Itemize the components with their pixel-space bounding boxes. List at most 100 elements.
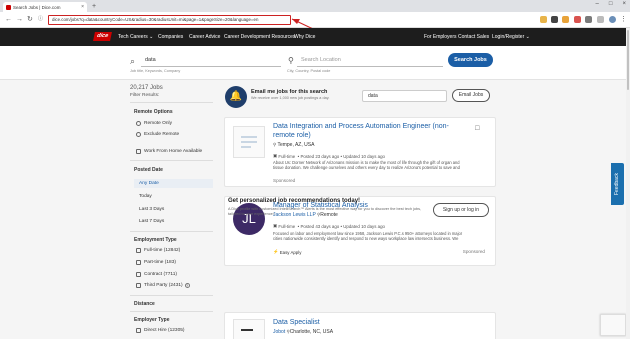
contract-checkbox[interactable]: Contract (7711) bbox=[136, 272, 177, 277]
third-party-checkbox[interactable]: Third Party (2431)? bbox=[136, 283, 190, 288]
checkbox-icon bbox=[136, 260, 141, 265]
posted-last-3-days[interactable]: Last 3 Days bbox=[139, 207, 164, 212]
briefcase-icon: ▣ bbox=[273, 153, 278, 158]
company-logo bbox=[233, 319, 265, 339]
sidebar-toggle-icon[interactable] bbox=[597, 16, 604, 23]
posted-today[interactable]: Today bbox=[139, 194, 152, 199]
keyword-caption: Job title, Keywords, Company bbox=[130, 69, 181, 73]
browser-tab-bar: Search Jobs | Dice.com × + – □ × bbox=[0, 0, 630, 12]
divider bbox=[130, 102, 213, 103]
sign-up-login-button[interactable]: Sign up or log in bbox=[433, 203, 489, 217]
dice-logo[interactable]: dice bbox=[93, 32, 112, 41]
minimize-button[interactable]: – bbox=[596, 1, 599, 7]
feedback-tab[interactable]: Feedback bbox=[611, 163, 624, 205]
results-area: 20,217 Jobs Filter Results: Remote Optio… bbox=[0, 80, 630, 339]
help-icon[interactable]: ? bbox=[184, 283, 190, 288]
browser-menu-icon[interactable]: ⋮ bbox=[620, 15, 627, 24]
site-header: dice Tech Careers ⌄ Companies Career Adv… bbox=[0, 28, 630, 46]
nav-why-dice[interactable]: Why Dice bbox=[294, 33, 315, 41]
location-pin-icon: ⚲ bbox=[288, 56, 294, 65]
forward-icon[interactable]: → bbox=[16, 15, 23, 24]
divider bbox=[130, 231, 213, 232]
job-title-link[interactable]: Data Specialist bbox=[273, 319, 320, 328]
checkbox-icon bbox=[136, 283, 141, 288]
posted-any-date[interactable]: Any Date bbox=[139, 181, 159, 186]
job-company-location: Jobot ⚲ Charlotte, NC, USA bbox=[273, 329, 334, 335]
extension-icon[interactable] bbox=[540, 16, 547, 23]
job-card[interactable]: Data Specialist Jobot ⚲ Charlotte, NC, US… bbox=[224, 312, 496, 339]
remote-only-radio[interactable]: Remote Only bbox=[136, 121, 172, 126]
sponsored-label: Sponsored bbox=[462, 249, 485, 254]
radio-icon bbox=[136, 121, 141, 126]
location-caption: City, Country, Postal code bbox=[287, 69, 331, 73]
posted-date-heading: Posted Date bbox=[134, 167, 163, 173]
easy-apply-label: ⚡ Easy Apply bbox=[273, 249, 302, 255]
distance-heading: Distance bbox=[134, 301, 155, 307]
sponsored-label: Sponsored bbox=[273, 178, 296, 183]
company-link[interactable]: Jobot bbox=[273, 329, 285, 335]
nav-career-advice[interactable]: Career Advice bbox=[189, 33, 220, 41]
briefcase-icon: ▣ bbox=[273, 223, 278, 228]
direct-hire-checkbox[interactable]: Direct Hire (12305) bbox=[136, 328, 185, 333]
divider bbox=[130, 295, 213, 296]
job-meta: ▣ Full-time • Posted 23 days ago • Updat… bbox=[273, 153, 385, 159]
tab-close-icon[interactable]: × bbox=[81, 4, 84, 10]
email-alert-keyword-input[interactable]: data bbox=[362, 90, 447, 102]
job-description: About Us: Dorner Network of Arizonans mi… bbox=[273, 160, 460, 171]
maximize-button[interactable]: □ bbox=[609, 1, 613, 7]
job-meta: ▣ Full-time • Posted 43 days ago • Updat… bbox=[273, 223, 385, 229]
email-alert-subtitle: We receive over 1,000 new job postings a… bbox=[251, 96, 330, 100]
checkbox-icon bbox=[136, 272, 141, 277]
browser-tab[interactable]: Search Jobs | Dice.com × bbox=[3, 2, 87, 12]
search-jobs-button[interactable]: Search Jobs bbox=[448, 53, 493, 67]
close-window-button[interactable]: × bbox=[622, 1, 626, 7]
nav-for-employers[interactable]: For Employers bbox=[424, 33, 457, 41]
scrollbar-thumb[interactable] bbox=[627, 30, 629, 90]
keyword-search-input[interactable]: data bbox=[141, 53, 281, 67]
job-count: 20,217 Jobs bbox=[130, 85, 163, 91]
extension-icon[interactable] bbox=[574, 16, 581, 23]
job-card[interactable]: Data Integration and Process Automation … bbox=[224, 117, 496, 187]
divider bbox=[130, 160, 213, 161]
site-info-icon[interactable]: ⓘ bbox=[38, 15, 43, 24]
checkbox-icon bbox=[136, 149, 141, 154]
checkbox-icon bbox=[136, 248, 141, 253]
extensions-puzzle-icon[interactable] bbox=[585, 16, 592, 23]
address-bar-row: ← → ↻ ⓘ dice.com/jobs?q=data&countryCode… bbox=[0, 12, 630, 28]
save-job-icon[interactable]: ☐ bbox=[475, 125, 480, 132]
nav-companies[interactable]: Companies bbox=[158, 33, 183, 41]
work-from-home-checkbox[interactable]: Work From Home Available bbox=[136, 149, 202, 154]
new-tab-button[interactable]: + bbox=[92, 2, 96, 11]
back-icon[interactable]: ← bbox=[5, 15, 12, 24]
url-field[interactable]: dice.com/jobs?q=data&countryCode=US&radi… bbox=[48, 15, 291, 25]
recommendation-title: Get personalized job recommendations tod… bbox=[228, 198, 361, 204]
exclude-remote-radio[interactable]: Exclude Remote bbox=[136, 132, 179, 137]
window-controls: – □ × bbox=[596, 1, 626, 7]
full-time-checkbox[interactable]: Full-time (12842) bbox=[136, 248, 180, 253]
recommendation-description: A Dice profile with customized IntelliSe… bbox=[228, 207, 422, 216]
reload-icon[interactable]: ↻ bbox=[27, 15, 33, 24]
recaptcha-badge bbox=[600, 314, 626, 336]
job-description: Focused on labor and employment law sinc… bbox=[273, 231, 463, 242]
checkbox-icon bbox=[136, 328, 141, 333]
nav-career-development[interactable]: Career Development Resources bbox=[224, 33, 295, 41]
radio-icon bbox=[136, 132, 141, 137]
employer-type-heading: Employer Type bbox=[134, 317, 170, 323]
nav-contact-sales[interactable]: Contact Sales bbox=[458, 33, 489, 41]
company-logo bbox=[233, 126, 265, 158]
email-jobs-button[interactable]: Email Jobs bbox=[452, 89, 490, 102]
filter-sidebar: 20,217 Jobs Filter Results: Remote Optio… bbox=[130, 80, 213, 339]
job-title-link[interactable]: Data Integration and Process Automation … bbox=[273, 123, 449, 140]
tab-title: Search Jobs | Dice.com bbox=[13, 4, 61, 10]
location-search-input[interactable]: Search Location bbox=[297, 53, 443, 67]
search-icon: ⌕ bbox=[130, 56, 136, 66]
nav-tech-careers[interactable]: Tech Careers ⌄ bbox=[118, 33, 153, 41]
part-time-checkbox[interactable]: Part-time (183) bbox=[136, 260, 176, 265]
lightning-icon: ⚡ bbox=[273, 249, 279, 254]
nav-login-register[interactable]: Login/Register ⌄ bbox=[492, 33, 530, 41]
posted-last-7-days[interactable]: Last 7 Days bbox=[139, 219, 164, 224]
extension-icon[interactable] bbox=[562, 16, 569, 23]
email-alert-title: Email me jobs for this search bbox=[251, 89, 328, 95]
profile-avatar-icon[interactable] bbox=[609, 16, 616, 23]
extension-icon[interactable] bbox=[551, 16, 558, 23]
